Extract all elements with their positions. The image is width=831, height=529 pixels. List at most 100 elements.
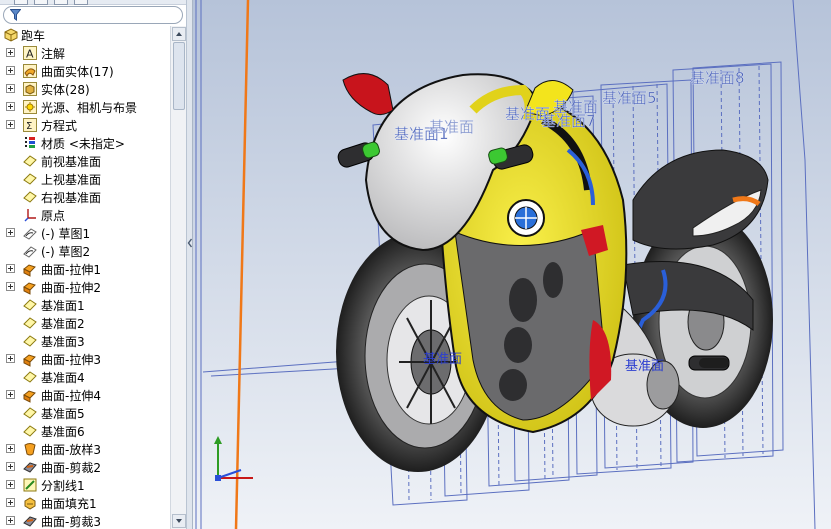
plane-icon [22,405,38,421]
expand-icon[interactable] [6,48,15,57]
tree-item-label: 曲面填充1 [41,497,97,511]
expand-icon[interactable] [6,354,15,363]
feature-tree: 跑车 A 注解 曲面实体(17) 实体(28) 光源、相机与布景 Σ 方程式 材质 <未指定> 前… [0,26,170,529]
svg-text:A: A [26,48,34,61]
tree-item[interactable]: 曲面-拉伸4 [0,386,170,404]
expand-icon[interactable] [6,516,15,525]
expand-icon[interactable] [6,498,15,507]
tree-item[interactable]: 分割线1 [0,476,170,494]
expand-icon[interactable] [6,480,15,489]
tree-root-item[interactable]: 跑车 [0,26,170,44]
plane-label[interactable]: 基准面 [625,355,664,374]
panel-tabs [0,0,186,5]
plane-icon [22,423,38,439]
tree-item[interactable]: 基准面2 [0,314,170,332]
tree-item[interactable]: 右视基准面 [0,188,170,206]
tree-item-label: 光源、相机与布景 [41,101,138,115]
surface-trim-icon [22,513,38,529]
tree-item[interactable]: 材质 <未指定> [0,134,170,152]
plane-icon [22,315,38,331]
tree-item[interactable]: 基准面5 [0,404,170,422]
expand-icon[interactable] [6,66,15,75]
surface-fill-icon [22,495,38,511]
tree-item-label: 跑车 [21,29,46,43]
plane-label[interactable]: 基准面 [423,348,462,367]
scroll-down-button[interactable] [172,514,186,528]
material-icon [22,135,38,151]
tree-item[interactable]: 原点 [0,206,170,224]
tree-item-label: 曲面-拉伸2 [41,281,101,295]
tree-item-label: 注解 [41,47,66,61]
scroll-up-button[interactable] [172,27,186,41]
solid-bodies-icon [22,81,38,97]
annotation-icon: A [22,45,38,61]
tree-item-label: 实体(28) [41,83,90,97]
tree-item-label: 上视基准面 [41,173,102,187]
surface-extrude-icon [22,387,38,403]
tree-item-label: 基准面4 [41,371,85,385]
tree-item[interactable]: 曲面-拉伸3 [0,350,170,368]
equations-icon: Σ [22,117,38,133]
plane-icon [22,189,38,205]
chevron-down-icon [176,519,182,523]
tab-feature-manager[interactable] [14,0,28,5]
surface-bodies-icon [22,63,38,79]
tree-item-label: 分割线1 [41,479,85,493]
graphics-area[interactable]: 基准面1 基准面 基准面 基准面7 基准面 基准面5 基准面8 基准面 基准面 [193,0,831,529]
tree-item[interactable]: (-) 草图1 [0,224,170,242]
tree-item[interactable]: 上视基准面 [0,170,170,188]
expand-icon[interactable] [6,462,15,471]
tree-filter-input[interactable] [3,6,183,24]
expand-icon[interactable] [6,120,15,129]
tree-item[interactable]: A 注解 [0,44,170,62]
expand-icon[interactable] [6,228,15,237]
tree-item[interactable]: 曲面-剪裁2 [0,458,170,476]
expand-icon[interactable] [6,102,15,111]
tree-item[interactable]: 曲面填充1 [0,494,170,512]
tab-display-manager[interactable] [74,0,88,5]
plane-icon [22,333,38,349]
tab-property-manager[interactable] [34,0,48,5]
plane-label[interactable]: 基准面8 [690,67,745,88]
tree-item-label: 曲面-拉伸3 [41,353,101,367]
plane-icon [22,369,38,385]
tab-configuration-manager[interactable] [54,0,68,5]
tree-item-label: 基准面2 [41,317,85,331]
tree-item[interactable]: 曲面-拉伸2 [0,278,170,296]
tree-item[interactable]: 实体(28) [0,80,170,98]
tree-item[interactable]: 曲面实体(17) [0,62,170,80]
tree-item[interactable]: Σ 方程式 [0,116,170,134]
expand-icon[interactable] [6,444,15,453]
surface-trim-icon [22,459,38,475]
expand-icon[interactable] [6,282,15,291]
tree-item[interactable]: (-) 草图2 [0,242,170,260]
tree-item-label: 基准面5 [41,407,85,421]
tree-item[interactable]: 基准面6 [0,422,170,440]
tree-item-label: 基准面6 [41,425,85,439]
tree-item-label: 曲面-放样3 [41,443,101,457]
tree-item-label: 右视基准面 [41,191,102,205]
tree-item-label: 原点 [41,209,66,223]
plane-label[interactable]: 基准面 [553,96,598,117]
tree-item[interactable]: 基准面1 [0,296,170,314]
tree-item[interactable]: 曲面-放样3 [0,440,170,458]
tree-item[interactable]: 基准面3 [0,332,170,350]
plane-label[interactable]: 基准面5 [602,87,657,108]
plane-icon [22,171,38,187]
plane-label[interactable]: 基准面 [429,116,474,137]
origin-icon [22,207,38,223]
tree-item[interactable]: 光源、相机与布景 [0,98,170,116]
tree-item[interactable]: 前视基准面 [0,152,170,170]
chevron-up-icon [176,32,182,36]
scroll-thumb[interactable] [173,42,185,110]
tree-item[interactable]: 曲面-剪裁3 [0,512,170,529]
tree-item[interactable]: 曲面-拉伸1 [0,260,170,278]
expand-icon[interactable] [6,84,15,93]
tree-item[interactable]: 基准面4 [0,368,170,386]
tree-item-label: 方程式 [41,119,78,133]
split-line-icon [22,477,38,493]
expand-icon[interactable] [6,390,15,399]
tree-scrollbar[interactable] [170,26,186,529]
lights-camera-icon [22,99,38,115]
expand-icon[interactable] [6,264,15,273]
